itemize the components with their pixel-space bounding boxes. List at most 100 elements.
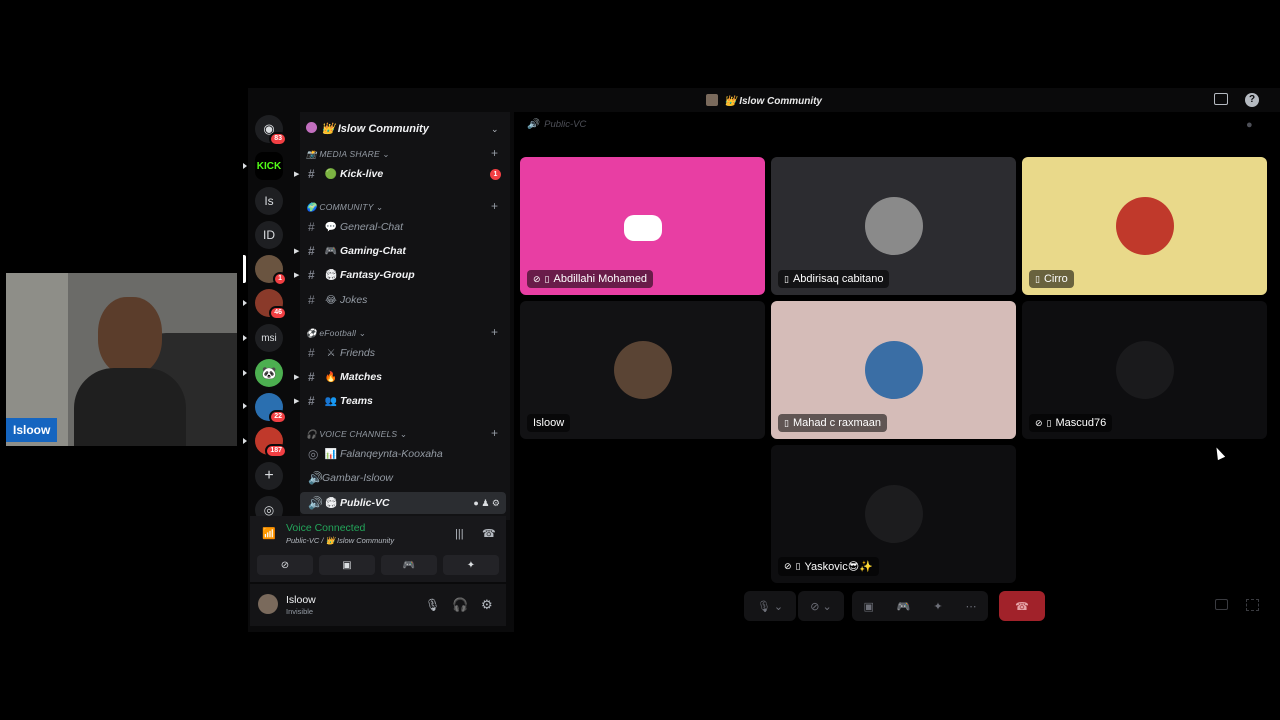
webcam-person-head bbox=[98, 297, 162, 375]
chart-icon: 📊 bbox=[324, 448, 338, 460]
unread-pip bbox=[243, 438, 247, 444]
gamepad-icon[interactable]: 🎮 bbox=[897, 600, 911, 613]
help-icon[interactable]: ? bbox=[1245, 93, 1259, 107]
mobile-icon: ▯ bbox=[1035, 273, 1040, 284]
channel-gambar-isloow[interactable]: 🔊 Gambar-Isloow bbox=[300, 467, 506, 489]
participant-tile[interactable]: ▯ Abdirisaq cabitano bbox=[771, 157, 1016, 295]
activities-button[interactable]: 🎮 bbox=[381, 555, 437, 575]
fullscreen-icon[interactable] bbox=[1246, 599, 1259, 611]
add-channel-icon[interactable]: + bbox=[491, 146, 498, 160]
server-msi[interactable]: msi bbox=[255, 324, 283, 352]
settings-gear-icon[interactable]: ⚙ bbox=[481, 597, 493, 613]
server-kick[interactable]: KICK bbox=[255, 152, 283, 180]
screen-share-icon: ▣ bbox=[342, 559, 352, 571]
category-voice-channels[interactable]: 🎧 VOICE CHANNELS ⌄ bbox=[306, 429, 407, 440]
category-community[interactable]: 🌍 COMMUNITY ⌄ bbox=[306, 202, 383, 213]
soundboard-button[interactable]: ✦ bbox=[443, 555, 499, 575]
expand-icon: ▶ bbox=[294, 171, 300, 178]
noise-suppression-icon[interactable]: ||| bbox=[455, 528, 464, 540]
server-7[interactable]: 🐼 bbox=[255, 359, 283, 387]
gamepad-icon: 🎮 bbox=[402, 559, 416, 571]
channel-actions[interactable]: ● ♟ ⚙ bbox=[473, 498, 500, 509]
popout-icon[interactable] bbox=[1215, 599, 1228, 610]
participant-name: ⊘ ▯ Mascud76 bbox=[1029, 414, 1113, 432]
server-9[interactable]: 187 bbox=[255, 427, 287, 458]
server-name-header[interactable]: 👑 Islow Community bbox=[306, 122, 429, 135]
channel-gaming-chat[interactable]: # 🎮 Gaming-Chat bbox=[300, 240, 506, 262]
muted-icon: ⊘ bbox=[784, 561, 792, 571]
inbox-icon[interactable] bbox=[1214, 93, 1228, 105]
webcam-label: Isloow bbox=[6, 418, 58, 442]
channel-matches[interactable]: # 🔥 Matches bbox=[300, 366, 506, 388]
channel-general-chat[interactable]: # 💬 General-Chat bbox=[300, 216, 506, 238]
disconnect-icon[interactable]: ☎ bbox=[482, 527, 496, 540]
channel-public-vc[interactable]: 🔊 🏟 Public-VC ● ♟ ⚙ bbox=[300, 492, 506, 514]
chat-icon[interactable]: ● bbox=[473, 498, 478, 508]
server-5[interactable]: 46 bbox=[255, 289, 287, 320]
channel-kick-live[interactable]: # 🟢 Kick-live bbox=[300, 163, 506, 185]
soundboard-icon[interactable]: ✦ bbox=[933, 600, 942, 613]
more-icon[interactable]: ⋯ bbox=[966, 600, 977, 613]
username[interactable]: Isloow bbox=[286, 594, 316, 606]
hash-icon: # bbox=[308, 394, 315, 408]
hang-up-icon: ☎ bbox=[1015, 600, 1029, 613]
participant-tile[interactable]: ⊘ ▯ Yaskovic😎✨ bbox=[771, 445, 1016, 583]
participant-tile[interactable]: ▯ Cirro bbox=[1022, 157, 1267, 295]
participant-name: ▯ Mahad c raxmaan bbox=[778, 414, 887, 432]
channel-fantasy-group[interactable]: # 🏟 Fantasy-Group bbox=[300, 264, 506, 286]
camera-off-icon: ⊘ ⌄ bbox=[810, 600, 832, 613]
laughing-icon: 😂 bbox=[325, 294, 337, 306]
screen-share-icon[interactable]: ▣ bbox=[863, 600, 873, 613]
headphones-icon[interactable]: 🎧 bbox=[452, 597, 468, 613]
mobile-icon: ▯ bbox=[784, 273, 789, 284]
disconnect-button[interactable]: ☎ bbox=[999, 591, 1045, 621]
chevron-down-icon[interactable]: ⌄ bbox=[491, 124, 499, 135]
participant-tile[interactable]: ▯ Mahad c raxmaan bbox=[771, 301, 1016, 439]
hash-icon: # bbox=[308, 370, 315, 384]
chat-icon[interactable]: ● bbox=[1246, 119, 1253, 131]
screen-share-button[interactable]: ▣ bbox=[319, 555, 375, 575]
add-server-button[interactable]: + bbox=[255, 462, 283, 490]
unread-pip bbox=[243, 163, 247, 169]
add-channel-icon[interactable]: + bbox=[491, 426, 498, 440]
add-channel-icon[interactable]: + bbox=[491, 325, 498, 339]
channel-friends[interactable]: # ⚔ Friends bbox=[300, 342, 506, 364]
server-home[interactable]: ◉ 83 bbox=[255, 115, 287, 146]
stadium-icon: 🏟 bbox=[324, 269, 338, 281]
participant-tile[interactable]: ⊘ ▯ Mascud76 bbox=[1022, 301, 1267, 439]
server-is[interactable]: Is bbox=[255, 187, 283, 215]
channel-jokes[interactable]: # 😂 Jokes bbox=[300, 289, 506, 311]
server-id[interactable]: ID bbox=[255, 221, 283, 249]
hash-icon: # bbox=[308, 346, 315, 360]
microphone-icon[interactable]: 🎙 bbox=[425, 598, 440, 612]
webcam-person-body bbox=[74, 368, 186, 446]
participant-name: Isloow bbox=[527, 414, 571, 432]
server-icon bbox=[306, 122, 317, 133]
participant-tile[interactable]: ⊘ ▯ Abdillahi Mohamed bbox=[520, 157, 765, 295]
microphone-button[interactable]: 🎙 ⌄ bbox=[744, 591, 796, 621]
camera-button[interactable]: ⊘ ⌄ bbox=[798, 591, 844, 621]
participant-name: ⊘ ▯ Abdillahi Mohamed bbox=[527, 270, 654, 288]
avatar[interactable] bbox=[258, 594, 278, 614]
camera-off-button[interactable]: ⊘ bbox=[257, 555, 313, 575]
participant-name: ⊘ ▯ Yaskovic😎✨ bbox=[778, 557, 879, 576]
add-member-icon[interactable]: ♟ bbox=[481, 498, 489, 508]
category-efootball[interactable]: ⚽ eFootball ⌄ bbox=[306, 328, 366, 339]
category-media-share[interactable]: 📸 MEDIA SHARE ⌄ bbox=[306, 149, 390, 160]
expand-icon: ▶ bbox=[294, 272, 300, 279]
gamepad-icon: 🎮 bbox=[324, 245, 338, 257]
server-islow-community[interactable]: 1 bbox=[255, 255, 287, 286]
channel-teams[interactable]: # 👥 Teams bbox=[300, 390, 506, 412]
participant-tile[interactable]: Isloow bbox=[520, 301, 765, 439]
server-8[interactable]: 22 bbox=[255, 393, 287, 424]
crossed-swords-icon: ⚔ bbox=[326, 347, 336, 359]
channel-falanqeynta-kooxaha[interactable]: ◎ 📊 Falanqeynta-Kooxaha bbox=[300, 443, 506, 465]
gear-icon[interactable]: ⚙ bbox=[492, 498, 500, 508]
add-channel-icon[interactable]: + bbox=[491, 199, 498, 213]
camera-off-icon: ⊘ bbox=[280, 559, 290, 571]
voice-location[interactable]: Public-VC / 👑 Islow Community bbox=[286, 536, 394, 545]
panda-icon: 🐼 bbox=[261, 366, 277, 380]
voice-status[interactable]: Voice Connected bbox=[286, 522, 365, 534]
unread-pip bbox=[243, 403, 247, 409]
mobile-icon: ▯ bbox=[795, 561, 801, 571]
